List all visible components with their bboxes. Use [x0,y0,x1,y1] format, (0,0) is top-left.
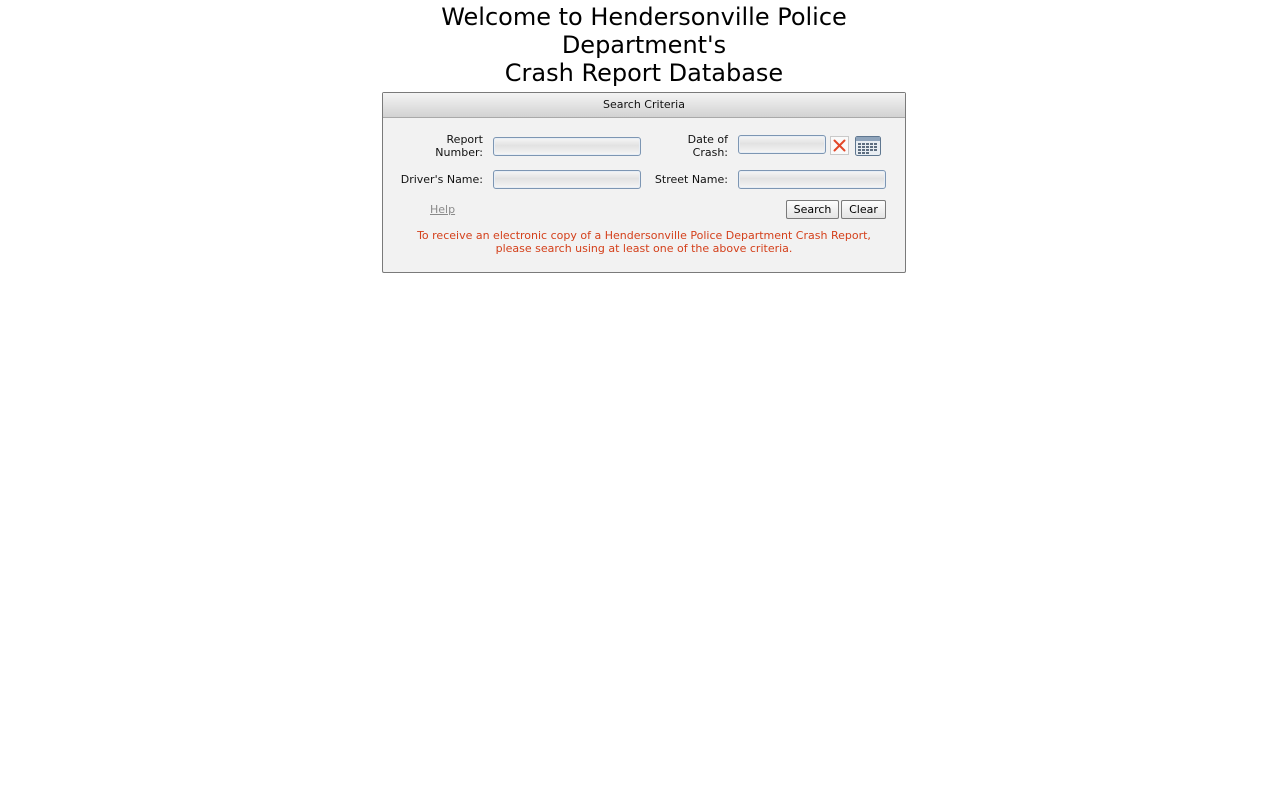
clear-date-button[interactable] [830,136,849,155]
date-of-crash-label-line-1: Date of [687,133,728,146]
date-of-crash-input[interactable] [738,135,826,154]
page-title: Welcome to Hendersonville Police Departm… [0,3,1280,87]
calendar-button[interactable] [855,136,881,156]
clear-button[interactable]: Clear [841,200,886,219]
search-notice: To receive an electronic copy of a Hende… [383,229,905,255]
date-of-crash-label: Date of Crash: [653,133,728,159]
date-of-crash-label-line-2: Crash: [692,146,728,159]
page-title-line-3: Crash Report Database [504,59,784,87]
search-criteria-header: Search Criteria [383,93,905,118]
calendar-icon [855,136,881,156]
report-number-input[interactable] [493,137,641,156]
drivers-name-input[interactable] [493,170,641,189]
search-notice-line-2: please search using at least one of the … [495,242,793,255]
report-number-label: Report Number: [413,133,483,159]
report-number-label-line-1: Report [446,133,483,146]
page-title-line-2: Department's [561,31,727,59]
street-name-input[interactable] [738,170,886,189]
page-title-line-1: Welcome to Hendersonville Police [441,3,847,31]
street-name-label: Street Name: [654,173,728,186]
search-notice-line-1: To receive an electronic copy of a Hende… [417,229,871,242]
drivers-name-label: Driver's Name: [400,173,483,186]
help-link[interactable]: Help [430,203,455,216]
search-criteria-panel: Search Criteria Report Number: Date of C… [382,92,906,273]
search-button[interactable]: Search [786,200,839,219]
close-icon [833,139,846,152]
report-number-label-line-2: Number: [435,146,483,159]
